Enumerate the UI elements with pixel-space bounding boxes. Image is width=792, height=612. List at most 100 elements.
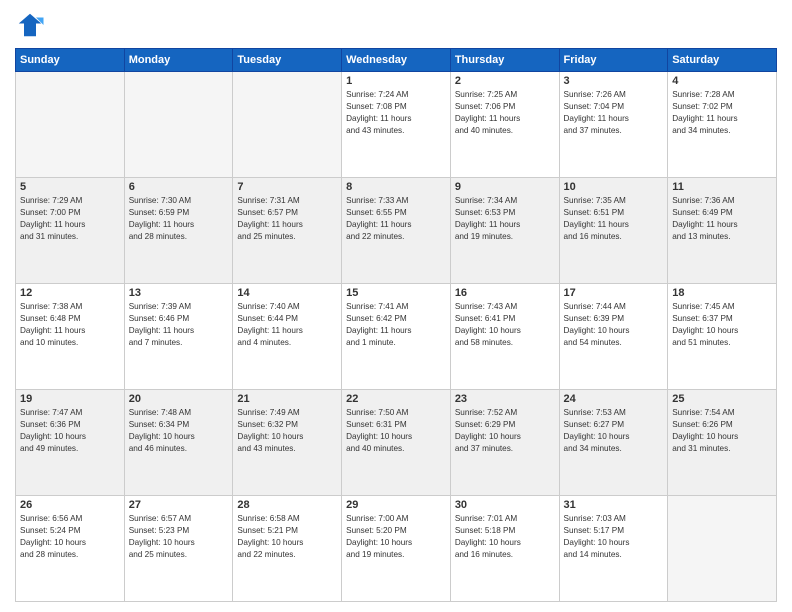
day-cell: 15 Sunrise: 7:41 AMSunset: 6:42 PMDayligh… xyxy=(342,284,451,390)
day-cell: 28 Sunrise: 6:58 AMSunset: 5:21 PMDayligh… xyxy=(233,496,342,602)
weekday-header-wednesday: Wednesday xyxy=(342,49,451,72)
day-cell: 17 Sunrise: 7:44 AMSunset: 6:39 PMDayligh… xyxy=(559,284,668,390)
weekday-header-row: SundayMondayTuesdayWednesdayThursdayFrid… xyxy=(16,49,777,72)
day-number: 26 xyxy=(20,499,120,511)
day-cell: 22 Sunrise: 7:50 AMSunset: 6:31 PMDayligh… xyxy=(342,390,451,496)
day-cell xyxy=(16,72,125,178)
day-number: 7 xyxy=(237,181,337,193)
day-info: Sunrise: 7:47 AMSunset: 6:36 PMDaylight:… xyxy=(20,407,120,455)
weekday-header-friday: Friday xyxy=(559,49,668,72)
day-number: 16 xyxy=(455,287,555,299)
week-row-1: 1 Sunrise: 7:24 AMSunset: 7:08 PMDaylight… xyxy=(16,72,777,178)
day-number: 14 xyxy=(237,287,337,299)
weekday-header-sunday: Sunday xyxy=(16,49,125,72)
day-info: Sunrise: 7:52 AMSunset: 6:29 PMDaylight:… xyxy=(455,407,555,455)
day-info: Sunrise: 6:56 AMSunset: 5:24 PMDaylight:… xyxy=(20,513,120,561)
day-info: Sunrise: 7:34 AMSunset: 6:53 PMDaylight:… xyxy=(455,195,555,243)
logo xyxy=(15,10,49,40)
day-cell: 4Sunrise: 7:28 AMSunset: 7:02 PMDaylight… xyxy=(668,72,777,178)
day-number: 30 xyxy=(455,499,555,511)
day-number: 28 xyxy=(237,499,337,511)
day-cell: 16Sunrise: 7:43 AMSunset: 6:41 PMDayligh… xyxy=(450,284,559,390)
day-number: 18 xyxy=(672,287,772,299)
day-cell xyxy=(233,72,342,178)
day-number: 2 xyxy=(455,75,555,87)
logo-icon xyxy=(15,10,45,40)
day-number: 24 xyxy=(564,393,664,405)
day-cell: 3 Sunrise: 7:26 AMSunset: 7:04 PMDaylight… xyxy=(559,72,668,178)
day-number: 5 xyxy=(20,181,120,193)
day-info: Sunrise: 7:44 AMSunset: 6:39 PMDaylight:… xyxy=(564,301,664,349)
day-info: Sunrise: 7:54 AMSunset: 6:26 PMDaylight:… xyxy=(672,407,772,455)
day-info: Sunrise: 7:45 AMSunset: 6:37 PMDaylight:… xyxy=(672,301,772,349)
weekday-header-saturday: Saturday xyxy=(668,49,777,72)
day-number: 31 xyxy=(564,499,664,511)
weekday-header-tuesday: Tuesday xyxy=(233,49,342,72)
day-info: Sunrise: 7:36 AMSunset: 6:49 PMDaylight:… xyxy=(672,195,772,243)
day-cell: 13 Sunrise: 7:39 AMSunset: 6:46 PMDayligh… xyxy=(124,284,233,390)
header xyxy=(15,10,777,40)
week-row-2: 5Sunrise: 7:29 AMSunset: 7:00 PMDaylight… xyxy=(16,178,777,284)
day-info: Sunrise: 7:01 AMSunset: 5:18 PMDaylight:… xyxy=(455,513,555,561)
day-info: Sunrise: 7:26 AMSunset: 7:04 PMDaylight:… xyxy=(564,89,664,137)
day-cell: 12Sunrise: 7:38 AMSunset: 6:48 PMDayligh… xyxy=(16,284,125,390)
day-info: Sunrise: 7:50 AMSunset: 6:31 PMDaylight:… xyxy=(346,407,446,455)
day-number: 21 xyxy=(237,393,337,405)
page: SundayMondayTuesdayWednesdayThursdayFrid… xyxy=(0,0,792,612)
day-number: 22 xyxy=(346,393,446,405)
day-info: Sunrise: 6:58 AMSunset: 5:21 PMDaylight:… xyxy=(237,513,337,561)
day-info: Sunrise: 7:39 AMSunset: 6:46 PMDaylight:… xyxy=(129,301,229,349)
day-cell: 19 Sunrise: 7:47 AMSunset: 6:36 PMDayligh… xyxy=(16,390,125,496)
day-number: 11 xyxy=(672,181,772,193)
day-cell: 14Sunrise: 7:40 AMSunset: 6:44 PMDayligh… xyxy=(233,284,342,390)
day-cell: 27 Sunrise: 6:57 AMSunset: 5:23 PMDayligh… xyxy=(124,496,233,602)
day-cell: 2Sunrise: 7:25 AMSunset: 7:06 PMDaylight… xyxy=(450,72,559,178)
day-number: 12 xyxy=(20,287,120,299)
day-number: 27 xyxy=(129,499,229,511)
day-number: 6 xyxy=(129,181,229,193)
day-number: 17 xyxy=(564,287,664,299)
day-cell: 20Sunrise: 7:48 AMSunset: 6:34 PMDayligh… xyxy=(124,390,233,496)
day-number: 15 xyxy=(346,287,446,299)
day-number: 29 xyxy=(346,499,446,511)
day-cell: 1 Sunrise: 7:24 AMSunset: 7:08 PMDaylight… xyxy=(342,72,451,178)
day-number: 9 xyxy=(455,181,555,193)
day-cell: 29 Sunrise: 7:00 AMSunset: 5:20 PMDayligh… xyxy=(342,496,451,602)
day-info: Sunrise: 7:35 AMSunset: 6:51 PMDaylight:… xyxy=(564,195,664,243)
day-number: 13 xyxy=(129,287,229,299)
day-cell: 7 Sunrise: 7:31 AMSunset: 6:57 PMDaylight… xyxy=(233,178,342,284)
day-number: 10 xyxy=(564,181,664,193)
day-cell: 5Sunrise: 7:29 AMSunset: 7:00 PMDaylight… xyxy=(16,178,125,284)
day-number: 1 xyxy=(346,75,446,87)
day-cell: 10 Sunrise: 7:35 AMSunset: 6:51 PMDayligh… xyxy=(559,178,668,284)
day-cell: 24 Sunrise: 7:53 AMSunset: 6:27 PMDayligh… xyxy=(559,390,668,496)
week-row-3: 12Sunrise: 7:38 AMSunset: 6:48 PMDayligh… xyxy=(16,284,777,390)
day-cell: 31 Sunrise: 7:03 AMSunset: 5:17 PMDayligh… xyxy=(559,496,668,602)
day-info: Sunrise: 7:41 AMSunset: 6:42 PMDaylight:… xyxy=(346,301,446,349)
day-cell: 9 Sunrise: 7:34 AMSunset: 6:53 PMDaylight… xyxy=(450,178,559,284)
day-cell: 23 Sunrise: 7:52 AMSunset: 6:29 PMDayligh… xyxy=(450,390,559,496)
day-number: 19 xyxy=(20,393,120,405)
day-info: Sunrise: 7:03 AMSunset: 5:17 PMDaylight:… xyxy=(564,513,664,561)
calendar-table: SundayMondayTuesdayWednesdayThursdayFrid… xyxy=(15,48,777,602)
day-cell: 11 Sunrise: 7:36 AMSunset: 6:49 PMDayligh… xyxy=(668,178,777,284)
day-cell xyxy=(124,72,233,178)
day-number: 3 xyxy=(564,75,664,87)
day-number: 8 xyxy=(346,181,446,193)
day-info: Sunrise: 7:30 AMSunset: 6:59 PMDaylight:… xyxy=(129,195,229,243)
day-number: 23 xyxy=(455,393,555,405)
day-info: Sunrise: 7:31 AMSunset: 6:57 PMDaylight:… xyxy=(237,195,337,243)
day-cell: 8 Sunrise: 7:33 AMSunset: 6:55 PMDaylight… xyxy=(342,178,451,284)
week-row-5: 26 Sunrise: 6:56 AMSunset: 5:24 PMDayligh… xyxy=(16,496,777,602)
day-info: Sunrise: 6:57 AMSunset: 5:23 PMDaylight:… xyxy=(129,513,229,561)
day-info: Sunrise: 7:24 AMSunset: 7:08 PMDaylight:… xyxy=(346,89,446,137)
day-number: 20 xyxy=(129,393,229,405)
day-info: Sunrise: 7:00 AMSunset: 5:20 PMDaylight:… xyxy=(346,513,446,561)
day-cell: 30 Sunrise: 7:01 AMSunset: 5:18 PMDayligh… xyxy=(450,496,559,602)
day-info: Sunrise: 7:33 AMSunset: 6:55 PMDaylight:… xyxy=(346,195,446,243)
day-cell xyxy=(668,496,777,602)
day-info: Sunrise: 7:53 AMSunset: 6:27 PMDaylight:… xyxy=(564,407,664,455)
day-info: Sunrise: 7:49 AMSunset: 6:32 PMDaylight:… xyxy=(237,407,337,455)
day-cell: 21 Sunrise: 7:49 AMSunset: 6:32 PMDayligh… xyxy=(233,390,342,496)
day-cell: 25Sunrise: 7:54 AMSunset: 6:26 PMDayligh… xyxy=(668,390,777,496)
